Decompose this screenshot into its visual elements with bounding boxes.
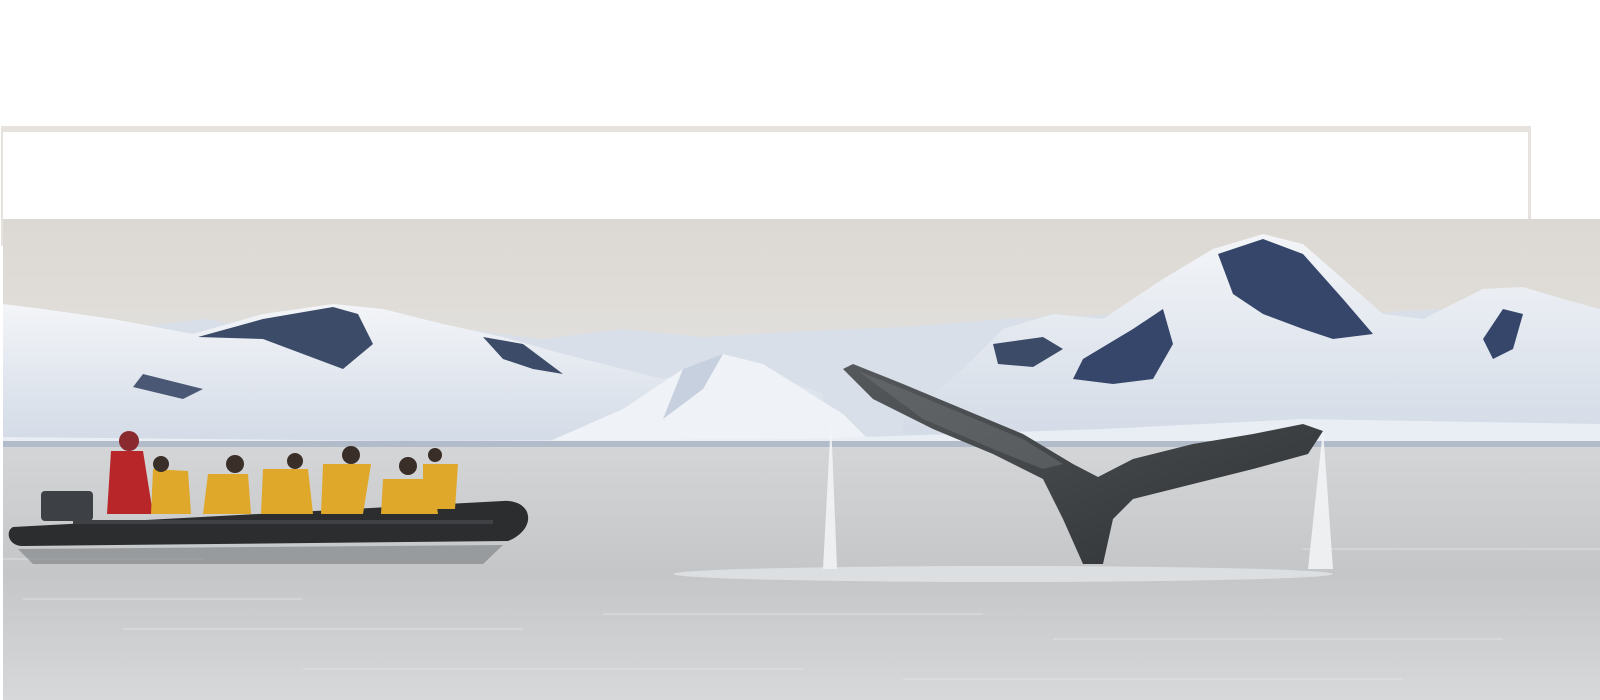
outboard-motor	[41, 491, 93, 521]
guide-head	[119, 431, 139, 451]
boat-stripe	[73, 520, 493, 524]
photo-canvas	[3, 219, 1600, 700]
page	[0, 0, 1600, 700]
antarctic-whale-photo	[3, 219, 1600, 700]
